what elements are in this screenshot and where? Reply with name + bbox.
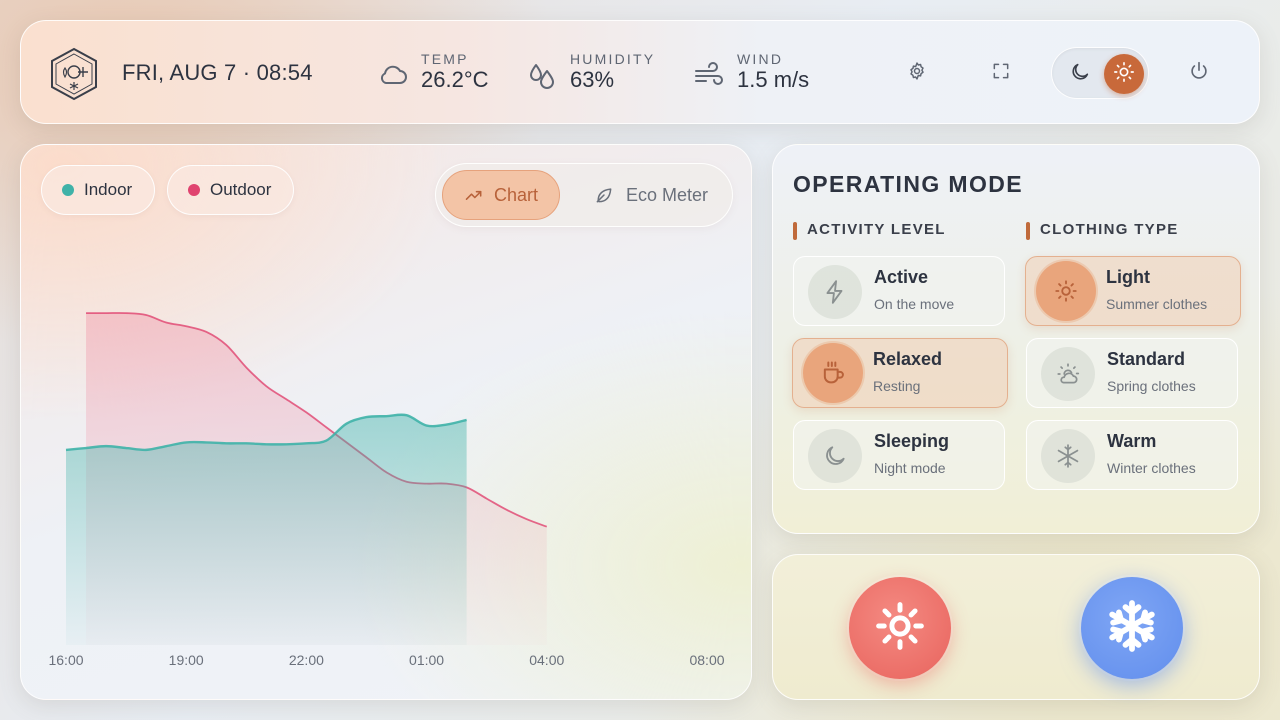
x-tick-label: 01:00 xyxy=(409,652,445,668)
top-bar: FRI, AUG 7 · 08:54 TEMP 26.2°C HUMIDITY … xyxy=(20,20,1260,124)
legend-indoor[interactable]: Indoor xyxy=(41,165,156,215)
humidity-metric: HUMIDITY 63% xyxy=(526,49,676,101)
clothing-type-heading: CLOTHING TYPE xyxy=(1026,221,1179,241)
sun-icon xyxy=(1036,261,1096,321)
moon-icon xyxy=(808,429,862,483)
legend-indoor-label: Indoor xyxy=(84,180,133,199)
humidity-label: HUMIDITY xyxy=(570,51,656,67)
clothing-option-title: Light xyxy=(1106,267,1150,287)
clothing-option-warm[interactable]: Warm Winter clothes xyxy=(1026,420,1238,490)
cloud-icon xyxy=(377,59,409,91)
x-tick-label: 08:00 xyxy=(689,652,725,668)
temp-value: 26.2°C xyxy=(421,67,489,92)
wind-label: WIND xyxy=(737,51,784,67)
fullscreen-button[interactable] xyxy=(985,57,1017,89)
light-theme-button[interactable] xyxy=(1104,54,1144,94)
clothing-option-light[interactable]: Light Summer clothes xyxy=(1025,256,1241,326)
eco-meter-label: Eco Meter xyxy=(625,184,709,205)
clothing-option-title: Warm xyxy=(1107,431,1157,451)
wind-metric: WIND 1.5 m/s xyxy=(693,49,843,101)
sun-behind-cloud-icon xyxy=(1041,347,1095,401)
leaf-icon xyxy=(594,185,614,205)
sun-icon xyxy=(1113,61,1135,88)
wind-value: 1.5 m/s xyxy=(737,67,810,92)
activity-option-subtitle: Resting xyxy=(873,378,921,394)
activity-option-relaxed[interactable]: Relaxed Resting xyxy=(792,338,1008,408)
bolt-icon xyxy=(808,265,862,319)
theme-toggle xyxy=(1051,47,1149,99)
clothing-option-subtitle: Spring clothes xyxy=(1107,378,1196,394)
gear-icon xyxy=(907,61,927,86)
activity-option-sleeping[interactable]: Sleeping Night mode xyxy=(793,420,1005,490)
snowflake-icon xyxy=(1103,597,1161,660)
activity-option-subtitle: Night mode xyxy=(874,460,946,476)
activity-option-subtitle: On the move xyxy=(874,296,955,312)
chart-view-tab[interactable]: Chart xyxy=(442,170,560,220)
activity-option-active[interactable]: Active On the move xyxy=(793,256,1005,326)
x-tick-label: 22:00 xyxy=(288,652,324,668)
clothing-option-title: Standard xyxy=(1107,349,1186,369)
sun-icon xyxy=(873,599,927,658)
trend-icon xyxy=(464,185,484,205)
activity-option-title: Relaxed xyxy=(873,349,943,369)
settings-button[interactable] xyxy=(901,57,933,89)
outdoor-dot xyxy=(188,184,200,196)
legend-outdoor[interactable]: Outdoor xyxy=(167,165,295,215)
power-icon xyxy=(1188,60,1210,87)
date-time: FRI, AUG 7 · 08:54 xyxy=(122,60,313,85)
clothing-option-subtitle: Summer clothes xyxy=(1106,296,1208,312)
x-tick-label: 16:00 xyxy=(48,652,84,668)
eco-meter-tab[interactable]: Eco Meter xyxy=(576,170,726,220)
temperature-chart-panel: Indoor Outdoor Chart Eco Meter 16:00 19:… xyxy=(20,144,752,700)
temp-label: TEMP xyxy=(421,51,469,67)
x-tick-label: 19:00 xyxy=(168,652,204,668)
power-button[interactable] xyxy=(1183,57,1215,89)
temperature-chart xyxy=(65,312,548,645)
temp-metric: TEMP 26.2°C xyxy=(377,49,517,101)
chart-view-label: Chart xyxy=(493,184,538,205)
fullscreen-icon xyxy=(991,61,1011,86)
activity-option-title: Sleeping xyxy=(874,431,950,451)
operating-mode-panel: OPERATING MODE ACTIVITY LEVEL CLOTHING T… xyxy=(772,144,1260,534)
clothing-option-subtitle: Winter clothes xyxy=(1107,460,1196,476)
view-switch: Chart Eco Meter xyxy=(435,163,733,227)
droplets-icon xyxy=(526,59,558,91)
moon-icon xyxy=(1069,61,1091,88)
snowflake-icon xyxy=(1041,429,1095,483)
activity-level-heading: ACTIVITY LEVEL xyxy=(793,221,946,241)
heat-cool-panel xyxy=(772,554,1260,700)
activity-option-title: Active xyxy=(874,267,929,287)
operating-mode-title: OPERATING MODE xyxy=(793,171,1024,197)
heat-button[interactable] xyxy=(849,577,951,679)
dark-theme-button[interactable] xyxy=(1062,56,1098,92)
wind-icon xyxy=(693,59,725,91)
indoor-dot xyxy=(62,184,74,196)
app-logo-icon xyxy=(49,47,99,101)
x-tick-label: 04:00 xyxy=(529,652,565,668)
legend-outdoor-label: Outdoor xyxy=(210,180,272,199)
humidity-value: 63% xyxy=(570,67,615,92)
coffee-cup-icon xyxy=(803,343,863,403)
cool-button[interactable] xyxy=(1081,577,1183,679)
clothing-option-standard[interactable]: Standard Spring clothes xyxy=(1026,338,1238,408)
